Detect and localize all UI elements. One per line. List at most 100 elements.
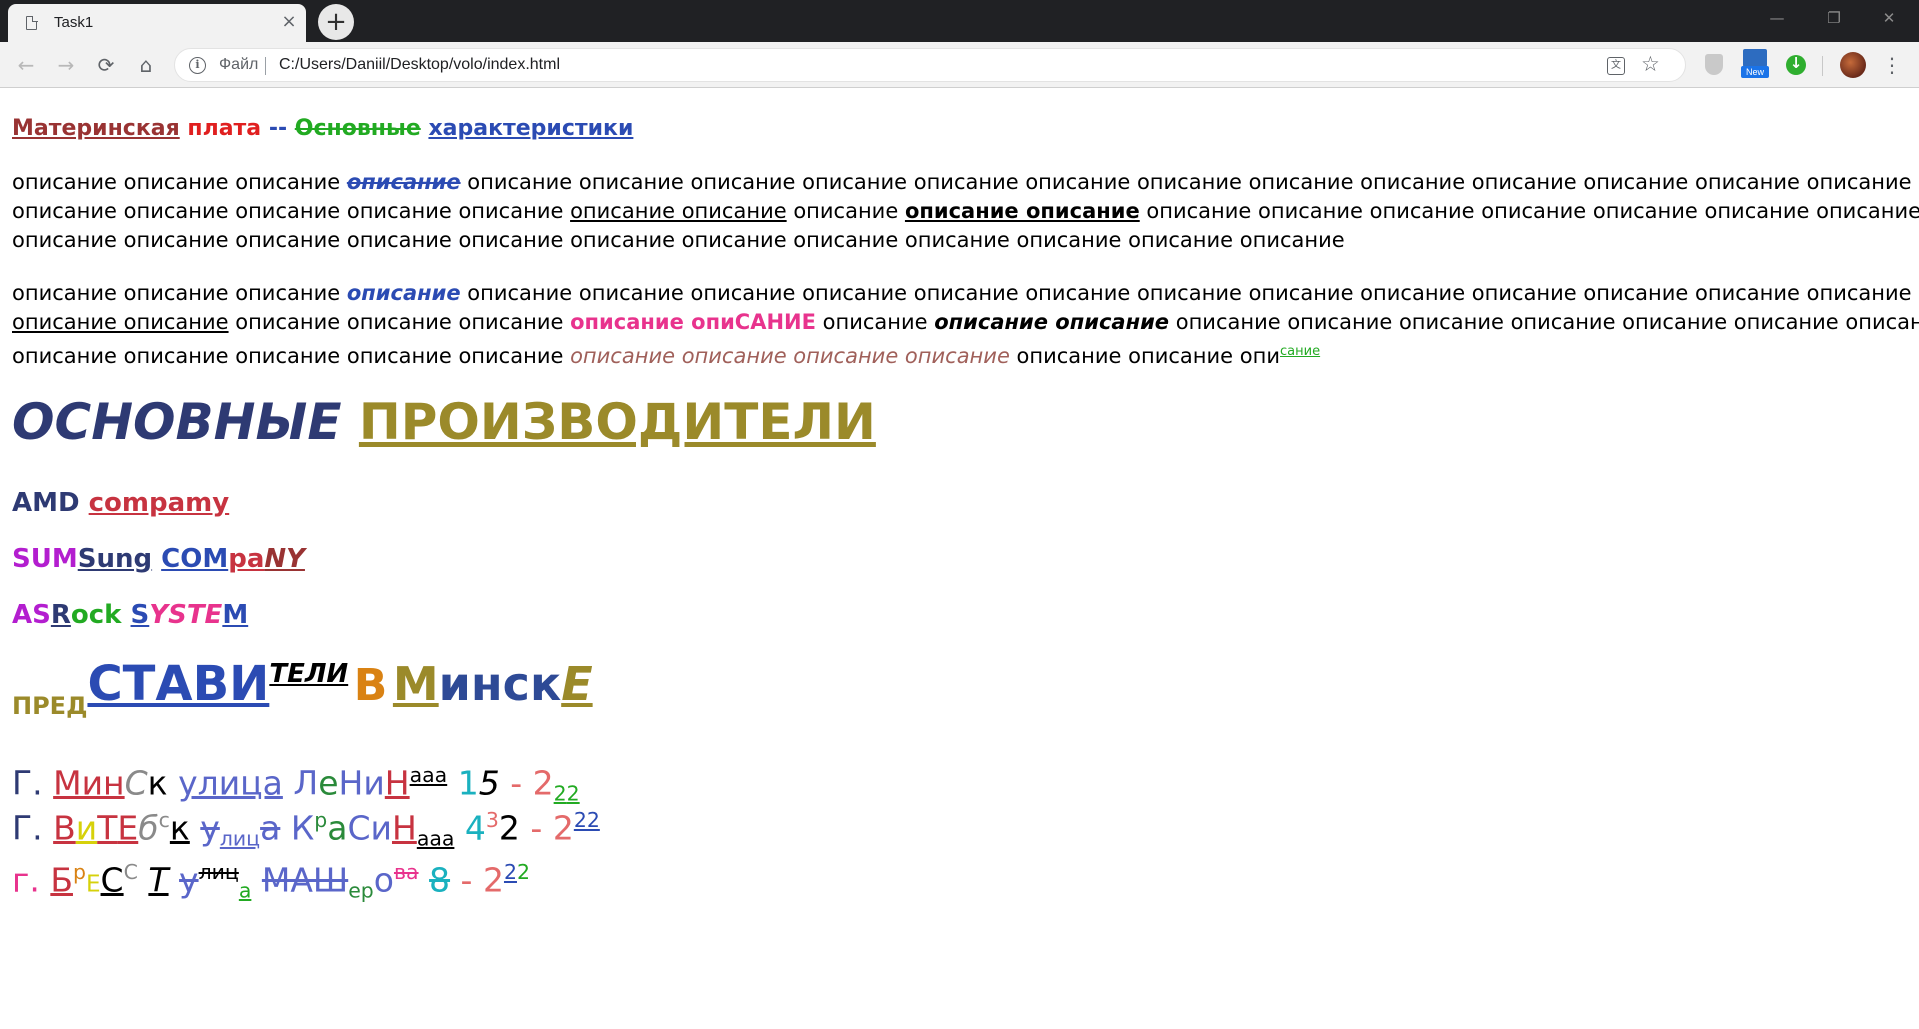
addr-text: Л [293,763,319,803]
document-icon [26,15,38,30]
addr-text: р [314,808,328,832]
addr-text: ааа [416,826,455,851]
rep-text: СТАВИ [87,656,270,712]
text-run: описание описание описание описание опис… [12,228,1345,252]
rep-text: ПРЕД [12,692,88,720]
title-word-4: характеристики [428,116,634,141]
company-amd: AMD compamy [12,488,229,518]
addr-text: у [200,808,220,848]
addr-text: и [363,763,385,803]
addr-text: 8 [429,860,451,900]
back-button[interactable]: ← [10,49,42,81]
addr-text: 4 [464,808,486,848]
company-text: compamy [88,488,230,518]
rep-text: М [392,657,439,711]
new-label: New [1741,66,1769,78]
toolbar-separator [1822,56,1823,76]
scheme-label: Файл [219,56,259,73]
title-separator: -- [268,116,288,141]
restore-button[interactable]: ❐ [1819,6,1849,30]
addr-text: 2 [553,781,567,806]
company-text: AS [12,600,51,630]
text-run: описание описание описание [12,281,347,305]
home-button[interactable]: ⌂ [130,49,162,81]
close-tab-icon[interactable]: × [278,11,300,33]
bookmark-star-icon[interactable]: ☆ [1641,52,1660,76]
text-run: описание описание [904,199,1140,223]
addr-text: Е [85,871,101,898]
forward-button[interactable]: → [50,49,82,81]
new-tab-button[interactable]: + [318,4,354,40]
browser-toolbar: ← → ⟳ ⌂ i Файл C:/Users/Daniil/Desktop/v… [0,42,1919,88]
addr-text: 2 [482,860,504,900]
addr-text: г. [12,860,40,900]
reload-button[interactable]: ⟳ [90,49,122,81]
paragraph-line: описание описание описание описание опис… [12,337,1919,371]
description-paragraph-1: описание описание описание описание опис… [12,168,1919,255]
address-vitebsk: Г. ВиТЕбск улица КраСиНааа 432 - 222 [12,808,600,850]
company-text: S [130,600,150,630]
text-run: описание описание опи [1009,343,1280,368]
addr-text: 5 [478,763,500,803]
addr-text: ааа [409,763,448,787]
addr-text: Мин [53,763,125,803]
menu-icon[interactable]: ⋮ [1882,50,1902,80]
addr-text: Н [338,763,364,803]
page-content: Материнская плата -- Основные характерис… [0,88,1919,1029]
text-run: описание описание описание описание опис… [12,343,571,368]
addr-text: 3 [485,808,499,832]
text-run: описание описание [12,310,229,334]
addr-text: В [53,808,76,848]
addr-text: а [260,808,281,848]
addr-text: к [147,763,168,803]
addr-text: К [290,808,315,848]
close-window-button[interactable]: ✕ [1874,6,1904,30]
addr-text: Б [50,860,73,900]
addr-text: Т [97,808,118,848]
text-run: описание описание [570,199,787,223]
addr-text: Г. [12,763,43,803]
tab-task1[interactable]: Task1 × [8,4,306,42]
minimize-button[interactable]: — [1762,6,1792,30]
company-text: SUM [12,544,78,574]
translate-icon[interactable]: 文 [1607,57,1625,75]
info-icon[interactable]: i [189,57,206,74]
profile-avatar[interactable] [1840,52,1866,78]
company-text: NY [264,544,305,574]
tab-strip: Task1 × + — ❐ ✕ [0,0,1919,42]
text-run: описание описание описание описание опис… [460,281,1919,305]
addr-text: С [347,808,371,848]
text-run: описание описание описание описание [570,343,1010,368]
addr-text: ер [348,878,374,903]
title-word-1: Материнская [12,116,180,141]
addr-text: б [138,808,159,848]
url-text[interactable]: C:/Users/Daniil/Desktop/volo/index.html [279,56,560,74]
manufacturers-word-2: ПРОИЗВОДИТЕЛИ [358,393,876,451]
text-run: сание [1280,344,1321,359]
new-extension-icon[interactable]: New [1741,49,1769,79]
title-word-3: Основные [294,116,421,141]
text-run: описание описание описание описание опис… [1175,310,1919,334]
addr-text: С [123,860,138,884]
addr-text: Т [148,860,169,900]
company-asrock: ASRock SYSTEM [12,600,248,630]
addr-text: е [318,763,339,803]
address-minsk: Г. МинСк улица ЛеНиНааа 15 - 222 [12,763,580,805]
address-bar[interactable]: i Файл C:/Users/Daniil/Desktop/volo/inde… [174,48,1686,82]
addr-text: С [100,860,124,900]
company-text: YSTE [149,600,223,630]
text-run: описание описание описание описание опис… [460,170,1919,194]
shield-extension-icon[interactable] [1701,52,1727,78]
title-word-2: плата [187,116,262,141]
addr-text: лиц [219,826,261,851]
addr-text: - [460,860,473,900]
text-run: описание описание [934,310,1170,334]
download-extension-icon[interactable] [1783,52,1809,78]
addr-text: - [530,808,543,848]
addr-text: ва [393,860,419,884]
company-text: M [222,600,249,630]
addr-text: лиц [198,860,239,884]
addr-text: 22 [573,808,600,832]
paragraph-line: описание описание описание описание опис… [12,168,1919,197]
addr-text: 1 [457,763,479,803]
